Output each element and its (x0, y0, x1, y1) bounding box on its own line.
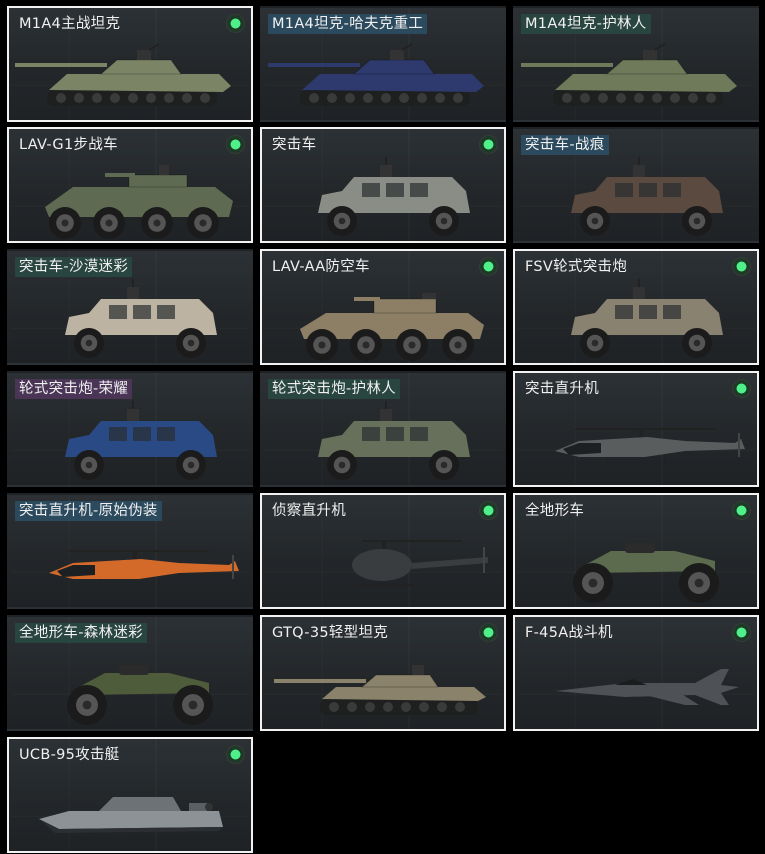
vehicle-name: 侦察直升机 (272, 503, 346, 519)
armored-car-icon (571, 157, 723, 236)
vehicle-card[interactable]: GTQ-35轻型坦克 (260, 615, 506, 731)
owned-indicator-icon (479, 501, 498, 520)
armored-car-icon (571, 279, 723, 358)
vehicle-card[interactable]: 突击车-沙漠迷彩 (7, 249, 253, 365)
owned-indicator-icon (732, 257, 751, 276)
vehicle-name: 轮式突击炮-护林人 (268, 379, 400, 399)
fighter-jet-icon (555, 669, 739, 705)
owned-indicator-icon (479, 257, 498, 276)
vehicle-card[interactable]: 全地形车 (513, 493, 759, 609)
vehicle-name: LAV-AA防空车 (272, 259, 370, 275)
vehicle-name: UCB-95攻击艇 (19, 747, 120, 763)
owned-indicator-icon (732, 379, 751, 398)
vehicle-card[interactable]: UCB-95攻击艇 (7, 737, 253, 853)
armored-car-icon (318, 401, 470, 480)
armored-car-icon (318, 157, 470, 236)
vehicle-name: M1A4坦克-哈夫克重工 (268, 14, 428, 34)
vehicle-card[interactable]: 侦察直升机 (260, 493, 506, 609)
vehicle-card[interactable]: F-45A战斗机 (513, 615, 759, 731)
attack-helicopter-icon (555, 428, 745, 463)
vehicle-card[interactable]: 轮式突击炮-荣耀 (7, 371, 253, 487)
tank-icon (521, 43, 737, 106)
aa-vehicle-icon (300, 293, 484, 361)
scout-helicopter-icon (352, 540, 488, 586)
vehicle-card[interactable]: LAV-G1步战车 (7, 127, 253, 243)
vehicle-name: 突击直升机 (525, 381, 599, 397)
vehicle-name: 突击车 (272, 137, 317, 153)
attack-helicopter-icon (49, 550, 239, 585)
tank-icon (15, 43, 231, 106)
owned-indicator-icon (226, 745, 245, 764)
vehicle-name: M1A4主战坦克 (19, 16, 121, 32)
vehicle-name: 突击直升机-原始伪装 (15, 501, 162, 521)
vehicle-name: 突击车-沙漠迷彩 (15, 257, 133, 277)
attack-boat-icon (39, 797, 223, 833)
vehicle-name: F-45A战斗机 (525, 625, 613, 641)
armored-car-icon (65, 401, 217, 480)
vehicle-card[interactable]: LAV-AA防空车 (260, 249, 506, 365)
vehicle-name: 轮式突击炮-荣耀 (15, 379, 133, 399)
vehicle-skin-grid: M1A4主战坦克 M1A4坦克-哈夫克重工 M1A4坦克-护林人 LAV-G1步… (0, 0, 765, 854)
vehicle-name: GTQ-35轻型坦克 (272, 625, 389, 641)
tank-icon (268, 43, 484, 106)
ifv-icon (45, 165, 233, 239)
vehicle-name: 全地形车-森林迷彩 (15, 623, 147, 643)
owned-indicator-icon (479, 135, 498, 154)
vehicle-card[interactable]: 突击直升机-原始伪装 (7, 493, 253, 609)
vehicle-name: 全地形车 (525, 503, 585, 519)
vehicle-card[interactable]: 轮式突击炮-护林人 (260, 371, 506, 487)
vehicle-name: 突击车-战痕 (521, 135, 609, 155)
vehicle-card[interactable]: M1A4主战坦克 (7, 6, 253, 122)
atv-icon (67, 665, 213, 725)
atv-icon (573, 543, 719, 603)
owned-indicator-icon (226, 135, 245, 154)
owned-indicator-icon (732, 501, 751, 520)
vehicle-name: M1A4坦克-护林人 (521, 14, 651, 34)
owned-indicator-icon (226, 14, 245, 33)
armored-car-icon (65, 279, 217, 358)
vehicle-card[interactable]: 突击车-战痕 (513, 127, 759, 243)
vehicle-card[interactable]: M1A4坦克-哈夫克重工 (260, 6, 506, 122)
vehicle-name: LAV-G1步战车 (19, 137, 118, 153)
vehicle-card[interactable]: 全地形车-森林迷彩 (7, 615, 253, 731)
vehicle-card[interactable]: 突击直升机 (513, 371, 759, 487)
vehicle-card[interactable]: M1A4坦克-护林人 (513, 6, 759, 122)
vehicle-card[interactable]: 突击车 (260, 127, 506, 243)
owned-indicator-icon (732, 623, 751, 642)
owned-indicator-icon (479, 623, 498, 642)
vehicle-card[interactable]: FSV轮式突击炮 (513, 249, 759, 365)
vehicle-name: FSV轮式突击炮 (525, 259, 628, 275)
light-tank-icon (274, 665, 486, 715)
